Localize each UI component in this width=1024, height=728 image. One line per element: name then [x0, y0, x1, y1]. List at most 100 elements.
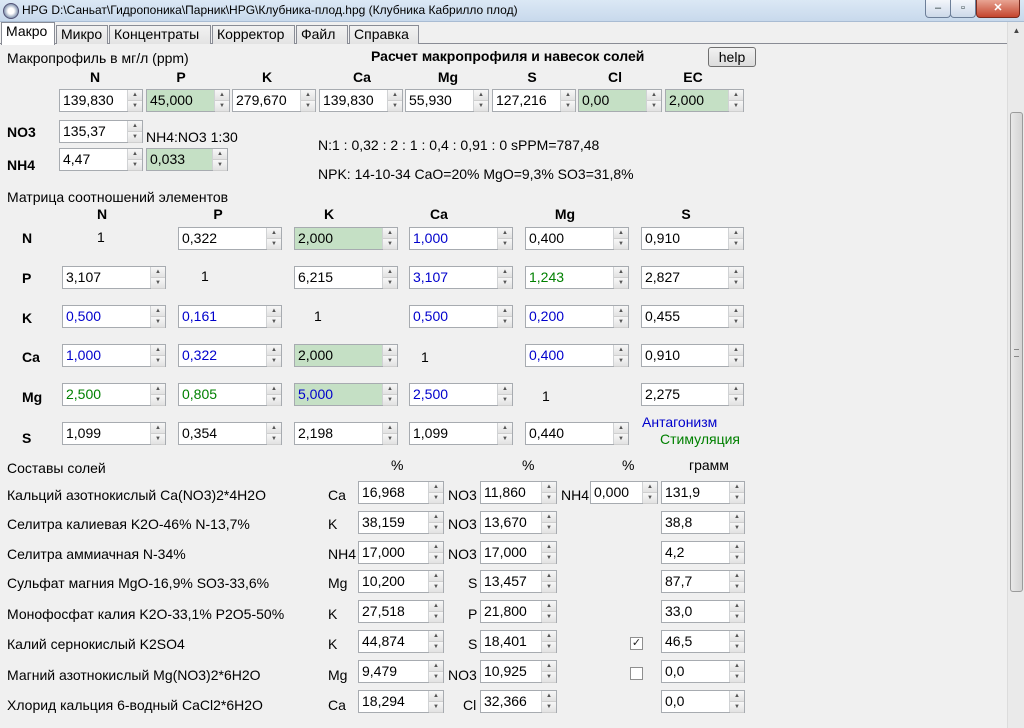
salt-pct2-input[interactable]: 13,670 ▲ ▼ [480, 511, 557, 534]
salt-element-1: Ca [328, 697, 346, 713]
scroll-up-icon[interactable]: ▲ [1008, 22, 1024, 39]
minimize-button[interactable]: – [925, 0, 951, 18]
matrix-ca-p[interactable]: 0,322 ▲ ▼ [178, 344, 282, 367]
salt-grams-input[interactable]: 87,7 ▲ ▼ [661, 570, 745, 593]
macro-ca-input[interactable]: 139,830 ▲ ▼ [319, 89, 403, 112]
matrix-mg-k[interactable]: 5,000 ▲ ▼ [294, 383, 398, 406]
salt-pct2-input[interactable]: 13,457 ▲ ▼ [480, 570, 557, 593]
matrix-s-mg[interactable]: 0,440 ▲ ▼ [525, 422, 629, 445]
matrix-row-mg: Mg [22, 389, 43, 405]
salt-pct2-input[interactable]: 10,925 ▲ ▼ [480, 660, 557, 683]
salt-name: Кальций азотнокислый Ca(NO3)2*4H2O [7, 487, 266, 503]
matrix-mg-p[interactable]: 0,805 ▲ ▼ [178, 383, 282, 406]
matrix-n-n: 1 [97, 229, 105, 245]
salt-pct1-input[interactable]: 9,479 ▲ ▼ [358, 660, 444, 683]
matrix-ca-n[interactable]: 1,000 ▲ ▼ [62, 344, 166, 367]
macro-n-input[interactable]: 139,830 ▲ ▼ [59, 89, 143, 112]
salt-enable-checkbox[interactable]: ✓ [630, 637, 643, 650]
close-button[interactable]: ✕ [976, 0, 1020, 18]
salt-enable-checkbox[interactable] [630, 667, 643, 680]
vertical-scrollbar[interactable]: ▲ [1007, 22, 1024, 728]
nh4-ratio-input[interactable]: 0,033 ▲ ▼ [146, 148, 228, 171]
salt-grams-input[interactable]: 131,9 ▲ ▼ [661, 481, 745, 504]
matrix-n-s[interactable]: 0,910 ▲ ▼ [641, 227, 744, 250]
macro-mg-input[interactable]: 55,930 ▲ ▼ [405, 89, 489, 112]
matrix-k-p[interactable]: 0,161 ▲ ▼ [178, 305, 282, 328]
matrix-s-ca[interactable]: 1,099 ▲ ▼ [409, 422, 513, 445]
salt-grams-input[interactable]: 33,0 ▲ ▼ [661, 600, 745, 623]
matrix-ca-s[interactable]: 0,910 ▲ ▼ [641, 344, 744, 367]
macro-s-input[interactable]: 127,216 ▲ ▼ [492, 89, 576, 112]
macro-header-k: K [261, 69, 273, 85]
salt-pct1-input[interactable]: 18,294 ▲ ▼ [358, 690, 444, 713]
scroll-thumb[interactable] [1010, 112, 1023, 592]
matrix-p-ca[interactable]: 3,107 ▲ ▼ [409, 266, 513, 289]
macro-header-mg: Mg [437, 69, 459, 85]
salt-pct2-input[interactable]: 32,366 ▲ ▼ [480, 690, 557, 713]
salt-grams-input[interactable]: 0,0 ▲ ▼ [661, 690, 745, 713]
matrix-row-p: P [22, 270, 32, 286]
macro-header-s: S [527, 69, 537, 85]
matrix-s-n[interactable]: 1,099 ▲ ▼ [62, 422, 166, 445]
matrix-mg-ca[interactable]: 2,500 ▲ ▼ [409, 383, 513, 406]
salt-pct3-input[interactable]: 0,000 ▲ ▼ [590, 481, 658, 504]
matrix-p-k[interactable]: 6,215 ▲ ▼ [294, 266, 398, 289]
no3-input[interactable]: 135,37 ▲ ▼ [59, 120, 143, 143]
matrix-title: Матрица соотношений элементов [7, 189, 229, 205]
tab-help[interactable]: Справка [349, 25, 419, 44]
salt-pct1-input[interactable]: 17,000 ▲ ▼ [358, 541, 444, 564]
salt-pct2-input[interactable]: 17,000 ▲ ▼ [480, 541, 557, 564]
matrix-p-n[interactable]: 3,107 ▲ ▼ [62, 266, 166, 289]
matrix-col-p: P [213, 206, 223, 222]
macro-p-input[interactable]: 45,000 ▲ ▼ [146, 89, 230, 112]
help-button[interactable]: help [708, 47, 756, 67]
salt-grams-input[interactable]: 46,5 ▲ ▼ [661, 630, 745, 653]
salt-pct1-input[interactable]: 27,518 ▲ ▼ [358, 600, 444, 623]
legend-stimulation: Стимуляция [660, 431, 740, 447]
salt-grams-input[interactable]: 38,8 ▲ ▼ [661, 511, 745, 534]
macro-cl-input[interactable]: 0,00 ▲ ▼ [578, 89, 662, 112]
matrix-s-p[interactable]: 0,354 ▲ ▼ [178, 422, 282, 445]
salt-pct2-input[interactable]: 21,800 ▲ ▼ [480, 600, 557, 623]
tab-file[interactable]: Файл [296, 25, 348, 44]
salt-name: Селитра аммиачная N-34% [7, 546, 186, 562]
matrix-n-ca[interactable]: 1,000 ▲ ▼ [409, 227, 513, 250]
matrix-mg-s[interactable]: 2,275 ▲ ▼ [641, 383, 744, 406]
maximize-button[interactable]: ▫ [950, 0, 976, 18]
matrix-k-s[interactable]: 0,455 ▲ ▼ [641, 305, 744, 328]
macro-ec-input[interactable]: 2,000 ▲ ▼ [665, 89, 744, 112]
matrix-n-k[interactable]: 2,000 ▲ ▼ [294, 227, 398, 250]
salt-grams-input[interactable]: 0,0 ▲ ▼ [661, 660, 745, 683]
matrix-row-k: K [22, 310, 33, 326]
matrix-row-ca: Ca [22, 349, 40, 365]
matrix-k-n[interactable]: 0,500 ▲ ▼ [62, 305, 166, 328]
matrix-mg-n[interactable]: 2,500 ▲ ▼ [62, 383, 166, 406]
matrix-ca-mg[interactable]: 0,400 ▲ ▼ [525, 344, 629, 367]
salt-pct1-input[interactable]: 44,874 ▲ ▼ [358, 630, 444, 653]
nh4-no3-ratio-label: NH4:NO3 1:30 [146, 129, 238, 145]
matrix-k-mg[interactable]: 0,200 ▲ ▼ [525, 305, 629, 328]
matrix-s-k[interactable]: 2,198 ▲ ▼ [294, 422, 398, 445]
matrix-col-ca: Ca [430, 206, 448, 222]
matrix-p-mg[interactable]: 1,243 ▲ ▼ [525, 266, 629, 289]
macro-k-input[interactable]: 279,670 ▲ ▼ [232, 89, 316, 112]
tab-concentrates[interactable]: Концентраты [109, 25, 211, 44]
matrix-n-p[interactable]: 0,322 ▲ ▼ [178, 227, 282, 250]
salt-element-1: Mg [328, 575, 348, 591]
app-icon[interactable] [3, 3, 19, 19]
salt-pct1-input[interactable]: 38,159 ▲ ▼ [358, 511, 444, 534]
salt-pct1-input[interactable]: 16,968 ▲ ▼ [358, 481, 444, 504]
salt-pct2-input[interactable]: 18,401 ▲ ▼ [480, 630, 557, 653]
salt-element-1: Ca [328, 487, 346, 503]
tab-micro[interactable]: Микро [56, 25, 108, 44]
nh4-input[interactable]: 4,47 ▲ ▼ [59, 148, 143, 171]
matrix-k-ca[interactable]: 0,500 ▲ ▼ [409, 305, 513, 328]
salt-pct1-input[interactable]: 10,200 ▲ ▼ [358, 570, 444, 593]
matrix-p-s[interactable]: 2,827 ▲ ▼ [641, 266, 744, 289]
matrix-n-mg[interactable]: 0,400 ▲ ▼ [525, 227, 629, 250]
salt-grams-input[interactable]: 4,2 ▲ ▼ [661, 541, 745, 564]
matrix-ca-k[interactable]: 2,000 ▲ ▼ [294, 344, 398, 367]
tab-corrector[interactable]: Корректор [212, 25, 295, 44]
tab-macro[interactable]: Макро [1, 22, 55, 45]
salt-pct2-input[interactable]: 11,860 ▲ ▼ [480, 481, 557, 504]
